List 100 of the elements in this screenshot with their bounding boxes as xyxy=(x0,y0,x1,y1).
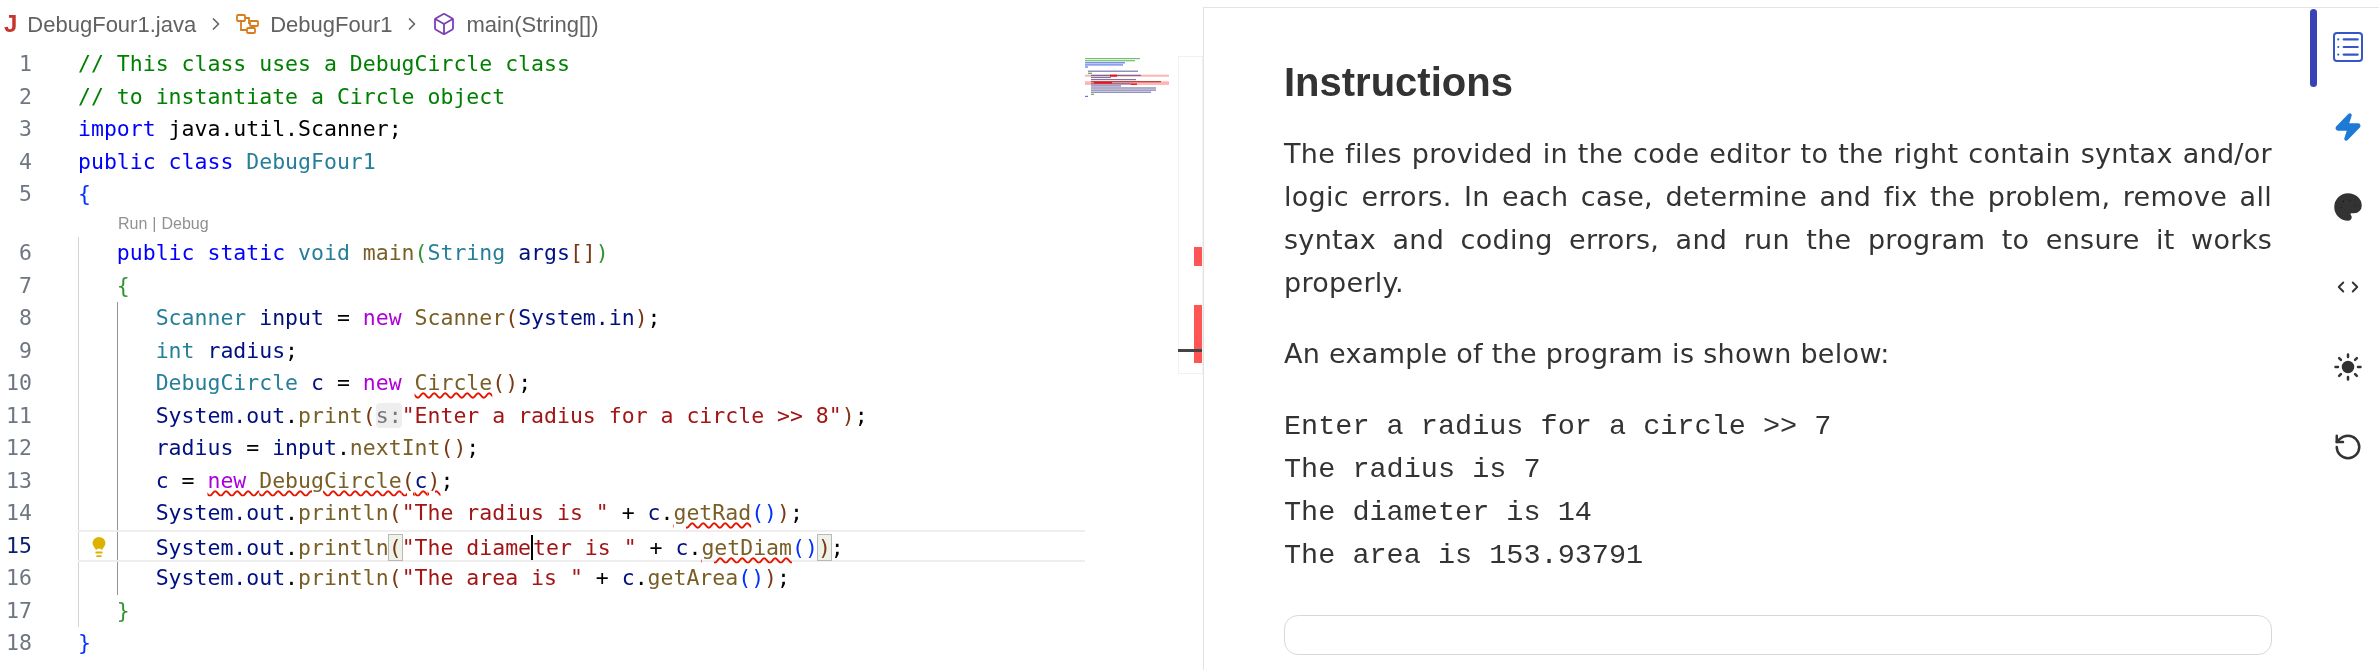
code-token: } xyxy=(78,630,91,655)
code-token: = xyxy=(245,435,261,460)
code-token: ( xyxy=(388,500,402,525)
code-token: ; xyxy=(285,337,299,363)
code-token: DebugFour1 xyxy=(246,148,376,174)
reset-icon[interactable] xyxy=(2333,432,2363,462)
code-token: () xyxy=(492,370,519,395)
code-token: System.out xyxy=(155,500,286,525)
code-token: . xyxy=(336,435,350,460)
line-number: 12 xyxy=(5,434,32,462)
line-number: 6 xyxy=(18,239,32,267)
line-number: 1 xyxy=(18,50,32,78)
code-token: args xyxy=(518,240,570,265)
code-token: ( xyxy=(362,402,376,428)
line-number: 3 xyxy=(18,115,32,143)
code-token: print xyxy=(298,402,363,428)
code-token: . xyxy=(285,565,299,590)
code-token: { xyxy=(116,272,130,298)
code-token: System.out xyxy=(155,402,286,428)
code-token: [] xyxy=(569,240,596,265)
code-token: "The area is " xyxy=(401,565,583,590)
code-token: DebugCircle xyxy=(155,370,300,395)
code-token: c xyxy=(311,370,324,395)
inlay-hint: s: xyxy=(375,402,402,428)
code-token: println xyxy=(298,534,389,560)
code-token: ( xyxy=(388,534,402,560)
code-token: ( xyxy=(414,240,428,265)
code-token: () xyxy=(738,565,765,590)
code-token: + xyxy=(648,534,664,560)
palette-icon[interactable] xyxy=(2333,192,2363,222)
code-token: Circle xyxy=(414,370,493,395)
code-token: System.out xyxy=(155,534,286,560)
code-token: ) xyxy=(841,402,855,428)
code-token: new xyxy=(362,370,403,395)
breadcrumb-item[interactable]: main(String[]) xyxy=(466,7,599,41)
code-token: ; xyxy=(647,305,661,330)
code-token: ) xyxy=(595,240,609,265)
line-number: 15 xyxy=(5,531,32,560)
cube-icon xyxy=(432,12,457,36)
code-token: radius xyxy=(155,435,234,460)
breadcrumb-item[interactable]: DebugFour1 xyxy=(270,7,393,41)
code-token: System.out xyxy=(155,565,286,590)
line-number: 5 xyxy=(18,180,32,208)
breadcrumb-item[interactable]: DebugFour1.java xyxy=(27,7,197,41)
code-token: c xyxy=(414,467,428,493)
code-token: "The diame xyxy=(401,534,534,560)
line-number: 11 xyxy=(5,401,32,430)
line-number: 7 xyxy=(18,271,32,300)
code-token: c xyxy=(621,565,635,590)
code-token: Scanner xyxy=(414,305,506,330)
line-number: 10 xyxy=(5,369,32,397)
code-token: Scanner xyxy=(155,305,248,330)
code-token: c xyxy=(675,534,689,560)
output-line: The diameter is 14 xyxy=(1284,495,1593,531)
code-token: ; xyxy=(790,500,803,525)
code-token: input xyxy=(259,305,324,330)
code-token: c xyxy=(647,500,661,525)
line-number: 14 xyxy=(5,499,32,527)
code-token: ; xyxy=(777,565,790,590)
code-token: + xyxy=(620,500,636,525)
line-number: 4 xyxy=(18,147,32,176)
code-token: public class xyxy=(78,148,235,174)
code-token: . xyxy=(285,534,299,560)
code-token: } xyxy=(116,597,130,623)
line-number: 8 xyxy=(18,304,32,332)
code-token: () xyxy=(751,500,778,525)
codelens-link[interactable]: Run xyxy=(118,211,148,236)
code-token: = xyxy=(335,370,351,395)
output-line: Enter a radius for a circle >> 7 xyxy=(1284,409,1833,445)
code-token: java.util.Scanner; xyxy=(167,116,402,141)
code-token: c xyxy=(155,467,169,493)
code-token: new xyxy=(362,305,403,330)
instructions-paragraph: An example of the program is shown below: xyxy=(1284,337,1891,371)
code-token: getArea xyxy=(647,565,739,590)
code-token: ) xyxy=(764,565,778,590)
output-line: The radius is 7 xyxy=(1284,452,1542,488)
code-token: new xyxy=(207,467,248,493)
codelens-link[interactable]: Debug xyxy=(161,211,209,236)
class-icon xyxy=(236,13,261,35)
code-token: . xyxy=(634,565,648,590)
code-token: () xyxy=(792,534,818,560)
output-line: The area is 153.93791 xyxy=(1284,538,1645,574)
list-icon[interactable] xyxy=(2333,32,2363,62)
code-token: "Enter a radius for a circle >> 8" xyxy=(401,402,842,428)
code-token: . xyxy=(660,500,674,525)
code-token: ter is " xyxy=(533,534,637,560)
code-token: int xyxy=(155,337,196,363)
sun-icon[interactable] xyxy=(2333,352,2363,382)
codelens-separator: | xyxy=(152,213,157,234)
code-token: = xyxy=(180,467,196,493)
line-number: 9 xyxy=(18,336,32,365)
code-token: radius xyxy=(207,337,286,363)
line-number: 17 xyxy=(5,596,32,625)
line-number: 18 xyxy=(5,629,32,657)
java-file-icon: J xyxy=(4,12,18,36)
code-token: ; xyxy=(854,402,868,428)
code-token: // This class uses a DebugCircle class xyxy=(78,51,570,76)
bolt-icon[interactable] xyxy=(2333,112,2363,142)
code-token: () xyxy=(440,435,467,460)
code-token: ; xyxy=(466,435,480,460)
